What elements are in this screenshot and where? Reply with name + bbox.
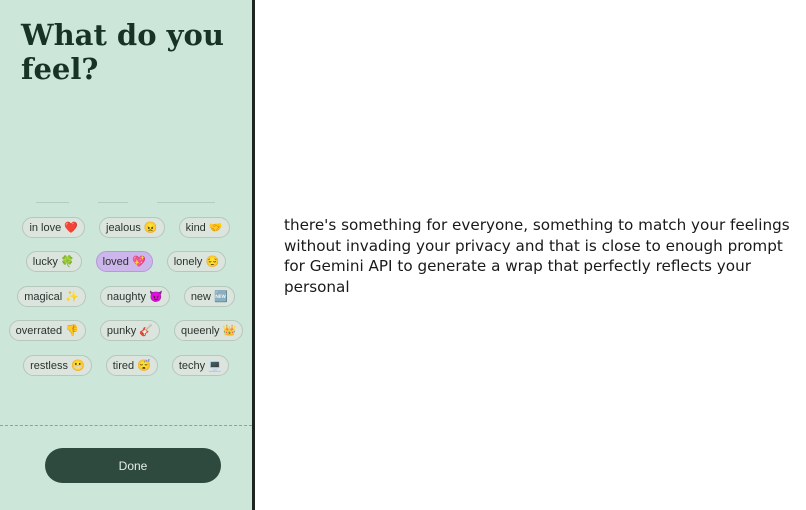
done-button[interactable]: Done	[45, 448, 221, 483]
mood-chip-row: restless 😬 tired 😴 techy 💻	[0, 355, 252, 376]
mood-panel: What do you feel? in love ❤️ jealous 😠 kin…	[0, 0, 252, 510]
description-text: there's something for everyone, somethin…	[284, 216, 790, 296]
mood-chip-row: overrated 👎 punky 🎸 queenly 👑	[0, 320, 252, 341]
dashed-divider	[0, 425, 252, 426]
mood-chip[interactable]: lonely 😔	[166, 251, 227, 272]
scroll-hint-line	[36, 202, 69, 203]
mood-chip-row: in love ❤️ jealous 😠 kind 🤝	[0, 217, 252, 238]
mood-chip-row: lucky 🍀 loved 💖 lonely 😔	[0, 251, 252, 272]
mood-chip[interactable]: in love ❤️	[22, 217, 85, 238]
mood-chip[interactable]: tired 😴	[105, 355, 158, 376]
mood-chip[interactable]: new 🆕	[183, 286, 235, 307]
mood-chip[interactable]: techy 💻	[171, 355, 229, 376]
vertical-divider[interactable]	[252, 0, 255, 510]
mood-chip[interactable]: magical ✨	[17, 286, 86, 307]
mood-chip[interactable]: lucky 🍀	[25, 251, 82, 272]
scroll-hint-line	[98, 202, 128, 203]
mood-chip[interactable]: overrated 👎	[8, 320, 86, 341]
mood-chip[interactable]: jealous 😠	[99, 217, 165, 238]
mood-chip-row: magical ✨ naughty 😈 new 🆕	[0, 286, 252, 307]
mood-chip[interactable]: punky 🎸	[99, 320, 161, 341]
mood-chip[interactable]: restless 😬	[23, 355, 92, 376]
mood-chip[interactable]: loved 💖	[95, 251, 153, 272]
mood-chip[interactable]: naughty 😈	[99, 286, 170, 307]
page-title: What do you feel?	[21, 18, 224, 86]
scroll-hint-line	[157, 202, 215, 203]
mood-chip[interactable]: queenly 👑	[174, 320, 244, 341]
mood-chip[interactable]: kind 🤝	[178, 217, 230, 238]
